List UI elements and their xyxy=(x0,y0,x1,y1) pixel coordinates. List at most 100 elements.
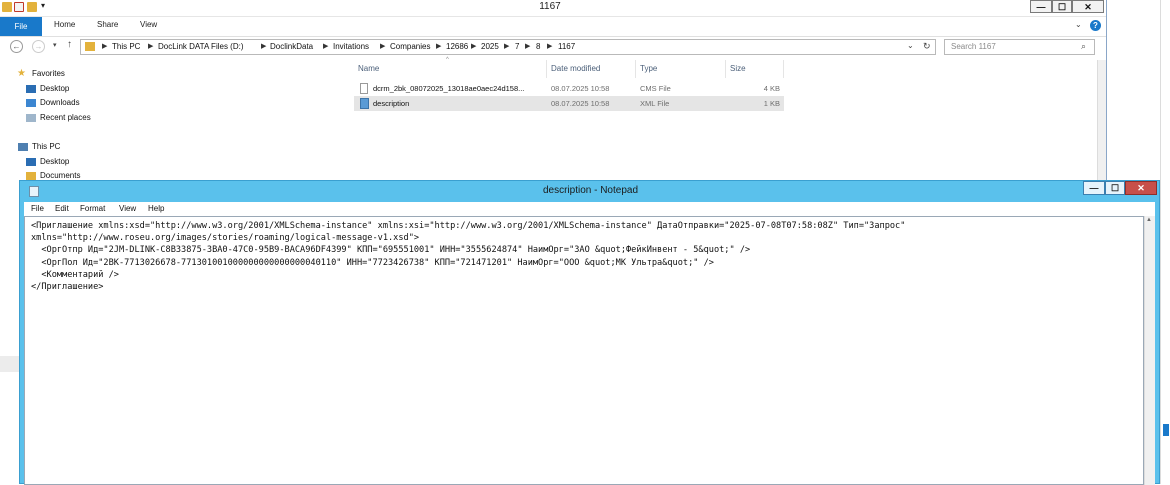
xml-file-icon xyxy=(360,98,369,109)
file-row[interactable]: description 08.07.2025 10:58 XML File 1 … xyxy=(354,96,784,111)
forward-button[interactable]: → xyxy=(32,40,45,53)
breadcrumb-separator: ▶ xyxy=(525,43,531,50)
search-icon: ⌕ xyxy=(1081,41,1087,51)
up-arrow-icon[interactable]: ↑ xyxy=(67,39,72,50)
ribbon-expand-icon[interactable]: ⌄ xyxy=(1075,20,1082,29)
status-strip xyxy=(0,356,19,372)
tab-view[interactable]: View xyxy=(140,20,157,29)
navigation-pane: ★ Favorites Desktop Downloads Recent pla… xyxy=(0,62,345,182)
nav-pc-desktop[interactable]: Desktop xyxy=(40,157,69,166)
column-header-size[interactable]: Size xyxy=(726,60,784,78)
sort-arrow-icon: ^ xyxy=(446,57,449,63)
refresh-icon[interactable]: ↻ xyxy=(923,41,931,52)
menu-help[interactable]: Help xyxy=(148,204,164,213)
minimize-button[interactable]: — xyxy=(1030,0,1052,13)
notepad-minimize-button[interactable]: — xyxy=(1083,181,1105,195)
breadcrumb-month[interactable]: 7 xyxy=(515,42,519,51)
column-header-date[interactable]: Date modified xyxy=(547,60,636,78)
breadcrumb-separator: ▶ xyxy=(436,43,442,50)
notepad-content: <Приглашение xmlns:xsd="http://www.w3.or… xyxy=(31,221,906,293)
address-bar[interactable]: ▶ This PC ▶ DocLink DATA Files (D:) ▶ Do… xyxy=(80,39,936,55)
menu-format[interactable]: Format xyxy=(80,204,105,213)
file-date: 08.07.2025 10:58 xyxy=(551,84,610,93)
notepad-menubar: File Edit Format View Help xyxy=(24,202,1155,216)
column-header-type[interactable]: Type xyxy=(636,60,726,78)
nav-downloads[interactable]: Downloads xyxy=(40,98,80,107)
search-input[interactable]: Search 1167 ⌕ xyxy=(944,39,1095,55)
breadcrumb-separator: ▶ xyxy=(504,43,510,50)
nav-this-pc[interactable]: This PC xyxy=(32,142,60,151)
explorer-scrollbar[interactable] xyxy=(1097,60,1106,184)
breadcrumb-current-folder[interactable]: 1167 xyxy=(558,42,575,51)
recent-places-icon xyxy=(26,114,36,122)
documents-icon xyxy=(26,172,36,180)
menu-edit[interactable]: Edit xyxy=(55,204,69,213)
explorer-titlebar: ▾ 1167 — ☐ ✕ xyxy=(0,0,1106,17)
help-icon[interactable]: ? xyxy=(1090,20,1101,31)
breadcrumb-separator: ▶ xyxy=(148,43,154,50)
column-header-name[interactable]: Name xyxy=(354,60,547,78)
breadcrumb-separator: ▶ xyxy=(380,43,386,50)
file-size: 1 KB xyxy=(763,99,780,108)
breadcrumb-this-pc[interactable]: This PC xyxy=(112,42,140,51)
desktop-icon xyxy=(26,158,36,166)
file-row[interactable]: dcrm_2bk_08072025_13018ae0aec24d158... 0… xyxy=(354,81,784,96)
breadcrumb-separator: ▶ xyxy=(323,43,329,50)
file-name: dcrm_2bk_08072025_13018ae0aec24d158... xyxy=(373,84,525,93)
breadcrumb-separator: ▶ xyxy=(471,43,477,50)
desktop-icon xyxy=(26,85,36,93)
breadcrumb-invitations[interactable]: Invitations xyxy=(333,42,369,51)
file-list: Name Date modified Type Size ^ dcrm_2bk_… xyxy=(354,57,784,120)
background-window-marker xyxy=(1163,424,1169,436)
tab-file[interactable]: File xyxy=(0,17,42,36)
quick-access-dropdown-icon[interactable]: ▾ xyxy=(41,1,45,10)
notepad-vertical-scrollbar[interactable]: ▲ xyxy=(1144,216,1155,485)
notepad-text-area[interactable]: <Приглашение xmlns:xsd="http://www.w3.or… xyxy=(24,216,1144,485)
notepad-close-button[interactable]: ✕ xyxy=(1125,181,1157,195)
nav-favorites[interactable]: Favorites xyxy=(32,69,65,78)
folder-icon xyxy=(85,42,95,51)
address-dropdown-icon[interactable]: ⌄ xyxy=(907,41,914,50)
back-button[interactable]: ← xyxy=(10,40,23,53)
maximize-button[interactable]: ☐ xyxy=(1052,0,1072,13)
nav-recent-places[interactable]: Recent places xyxy=(40,113,91,122)
breadcrumb-company-id[interactable]: 12686 xyxy=(446,42,468,51)
new-folder-icon[interactable] xyxy=(27,2,37,12)
close-button[interactable]: ✕ xyxy=(1072,0,1104,13)
nav-documents[interactable]: Documents xyxy=(40,171,80,180)
breadcrumb-drive[interactable]: DocLink DATA Files (D:) xyxy=(158,42,244,51)
breadcrumb-doclinkdata[interactable]: DoclinkData xyxy=(270,42,313,51)
downloads-icon xyxy=(26,99,36,107)
notepad-maximize-button[interactable]: ☐ xyxy=(1105,181,1125,195)
address-row: ← → ▾ ↑ ▶ This PC ▶ DocLink DATA Files (… xyxy=(0,37,1106,57)
breadcrumb-separator: ▶ xyxy=(547,43,553,50)
menu-view[interactable]: View xyxy=(119,204,136,213)
notepad-window: description - Notepad — ☐ ✕ File Edit Fo… xyxy=(19,180,1160,485)
breadcrumb-year[interactable]: 2025 xyxy=(481,42,499,51)
computer-icon xyxy=(18,143,28,151)
scroll-up-arrow-icon[interactable]: ▲ xyxy=(1146,217,1152,223)
menu-file[interactable]: File xyxy=(31,204,44,213)
star-icon: ★ xyxy=(17,68,26,79)
file-name: description xyxy=(373,99,410,108)
breadcrumb-separator: ▶ xyxy=(102,43,108,50)
breadcrumb-separator: ▶ xyxy=(261,43,267,50)
breadcrumb-day[interactable]: 8 xyxy=(536,42,540,51)
file-date: 08.07.2025 10:58 xyxy=(551,99,610,108)
file-size: 4 KB xyxy=(763,84,780,93)
background-window-edge xyxy=(1160,0,1170,484)
file-icon xyxy=(360,83,368,94)
file-type: CMS File xyxy=(640,84,671,93)
ribbon: File Home Share View ⌄ ? xyxy=(0,17,1106,37)
nav-desktop[interactable]: Desktop xyxy=(40,84,69,93)
tab-home[interactable]: Home xyxy=(54,20,75,29)
notepad-title: description - Notepad xyxy=(542,185,639,196)
folder-icon xyxy=(2,2,12,12)
file-type: XML File xyxy=(640,99,670,108)
search-placeholder: Search 1167 xyxy=(951,42,996,51)
breadcrumb-companies[interactable]: Companies xyxy=(390,42,430,51)
properties-icon[interactable] xyxy=(14,2,24,12)
recent-locations-icon[interactable]: ▾ xyxy=(53,41,57,49)
window-title: 1167 xyxy=(539,1,561,12)
tab-share[interactable]: Share xyxy=(97,20,118,29)
